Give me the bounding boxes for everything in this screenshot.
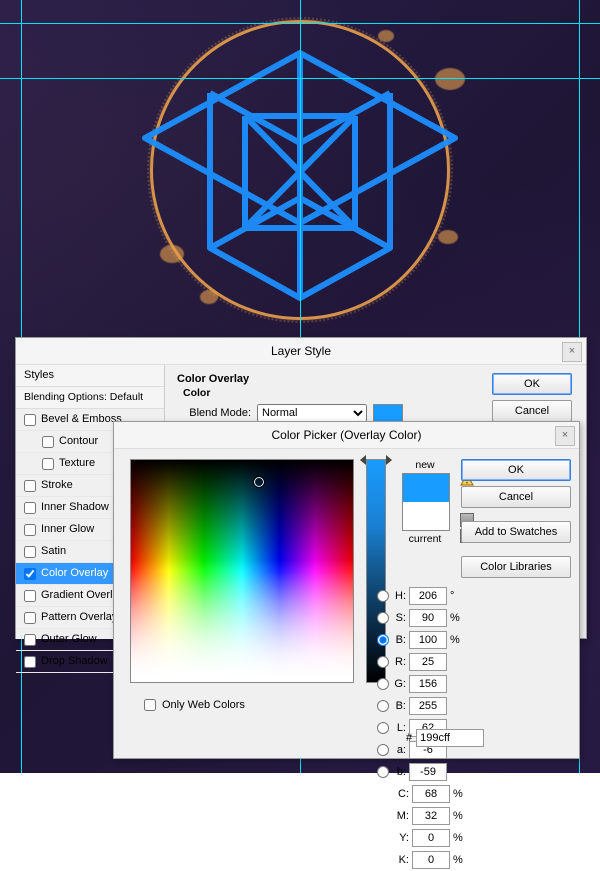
blend-mode-label: Blend Mode:	[183, 407, 251, 419]
style-checkbox[interactable]	[24, 502, 36, 514]
bl-input[interactable]	[409, 697, 447, 715]
layer-style-titlebar[interactable]: Layer Style ×	[16, 338, 586, 365]
s-radio[interactable]	[377, 612, 389, 624]
style-item-label: Texture	[59, 453, 95, 474]
style-checkbox[interactable]	[24, 414, 36, 426]
style-item-label: Gradient Overlay	[41, 585, 124, 606]
style-item-label: Inner Glow	[41, 519, 94, 540]
style-checkbox[interactable]	[24, 634, 36, 646]
lab-b-radio[interactable]	[377, 766, 389, 778]
style-checkbox[interactable]	[24, 568, 36, 580]
style-checkbox[interactable]	[24, 546, 36, 558]
panel-title: Color Overlay	[177, 373, 480, 385]
color-libraries-button[interactable]: Color Libraries	[461, 556, 571, 578]
guide-horizontal[interactable]	[0, 78, 600, 79]
y-input[interactable]	[412, 829, 450, 847]
g-radio[interactable]	[377, 678, 389, 690]
style-item-label: Color Overlay	[41, 563, 108, 584]
splatter	[438, 230, 458, 244]
close-icon[interactable]: ×	[555, 426, 575, 446]
style-checkbox[interactable]	[24, 656, 36, 668]
s-input[interactable]	[409, 609, 447, 627]
blending-options-row[interactable]: Blending Options: Default	[16, 387, 164, 409]
splatter	[160, 245, 184, 263]
a-radio[interactable]	[377, 744, 389, 756]
splatter	[200, 290, 218, 304]
color-picker-dialog[interactable]: Color Picker (Overlay Color) × new curre…	[113, 421, 580, 759]
ok-button[interactable]: OK	[492, 373, 572, 395]
style-item-label: Drop Shadow	[41, 651, 108, 672]
k-input[interactable]	[412, 851, 450, 869]
style-item-label: Inner Shadow	[41, 497, 109, 518]
bl-radio[interactable]	[377, 700, 389, 712]
style-checkbox[interactable]	[24, 480, 36, 492]
only-web-colors-row: Only Web Colors	[144, 699, 245, 711]
l-radio[interactable]	[377, 722, 389, 734]
hex-row: #	[406, 729, 484, 747]
splatter	[378, 30, 394, 42]
style-item-label: Outer Glow	[41, 629, 97, 650]
color-field-marker[interactable]	[253, 476, 265, 488]
c-input[interactable]	[412, 785, 450, 803]
h-input[interactable]	[409, 587, 447, 605]
r-input[interactable]	[409, 653, 447, 671]
hue-slider-thumb[interactable]	[360, 455, 366, 465]
lab-b-input[interactable]	[409, 763, 447, 781]
r-radio[interactable]	[377, 656, 389, 668]
b-radio[interactable]	[377, 634, 389, 646]
cancel-button[interactable]: Cancel	[492, 400, 572, 422]
new-color-swatch	[403, 474, 449, 502]
color-picker-buttons: OK Cancel Add to Swatches Color Librarie…	[461, 459, 569, 583]
style-checkbox[interactable]	[42, 458, 54, 470]
color-picker-titlebar[interactable]: Color Picker (Overlay Color) ×	[114, 422, 579, 449]
style-item-label: Pattern Overlay	[41, 607, 117, 628]
panel-subtitle: Color	[183, 387, 480, 399]
style-item-label: Bevel & Emboss	[41, 409, 122, 430]
current-label: current	[402, 533, 448, 547]
styles-header[interactable]: Styles	[16, 365, 164, 387]
guide-horizontal[interactable]	[0, 23, 600, 24]
cancel-button[interactable]: Cancel	[461, 486, 571, 508]
style-checkbox[interactable]	[24, 612, 36, 624]
add-to-swatches-button[interactable]: Add to Swatches	[461, 521, 571, 543]
color-value-fields: H:° S:% B:% R: G: B: L: a: b: C:% M:% Y:…	[377, 585, 569, 871]
style-item-label: Contour	[59, 431, 98, 452]
style-item-label: Satin	[41, 541, 66, 562]
only-web-colors-checkbox[interactable]	[144, 699, 156, 711]
h-radio[interactable]	[377, 590, 389, 602]
style-checkbox[interactable]	[42, 436, 54, 448]
color-field[interactable]	[130, 459, 354, 683]
hue-slider-thumb[interactable]	[386, 455, 392, 465]
style-checkbox[interactable]	[24, 590, 36, 602]
only-web-colors-label: Only Web Colors	[162, 699, 245, 711]
new-label: new	[402, 459, 448, 473]
splatter	[435, 68, 465, 90]
layer-style-title: Layer Style	[271, 344, 331, 358]
m-input[interactable]	[412, 807, 450, 825]
style-item-label: Stroke	[41, 475, 73, 496]
current-color-swatch[interactable]	[403, 502, 449, 530]
hex-label: #	[406, 732, 412, 744]
close-icon[interactable]: ×	[562, 342, 582, 362]
blend-mode-select[interactable]: Normal	[257, 404, 367, 422]
hex-input[interactable]	[416, 729, 484, 747]
color-picker-title: Color Picker (Overlay Color)	[271, 428, 421, 442]
style-checkbox[interactable]	[24, 524, 36, 536]
b-input[interactable]	[409, 631, 447, 649]
ok-button[interactable]: OK	[461, 459, 571, 481]
g-input[interactable]	[409, 675, 447, 693]
overlay-color-swatch[interactable]	[373, 404, 403, 422]
